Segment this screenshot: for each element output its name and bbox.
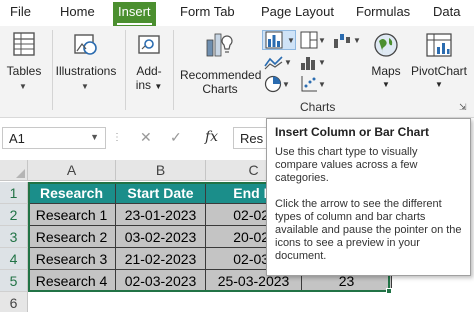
recommended-charts-label-1: Recommended	[180, 68, 262, 82]
scatter-chart-icon	[301, 76, 317, 92]
insert-column-bar-chart-button[interactable]: ▼	[262, 30, 296, 50]
table-cell[interactable]: Research 1	[28, 204, 116, 226]
column-header-b[interactable]: B	[116, 160, 206, 181]
table-cell[interactable]: 03-02-2023	[116, 226, 206, 248]
chevron-down-icon[interactable]: ▼	[90, 132, 99, 142]
row-header-4[interactable]: 4	[0, 248, 28, 270]
tab-insert[interactable]: Insert	[113, 2, 156, 26]
waterfall-chart-icon	[334, 34, 350, 48]
store-icon	[138, 35, 160, 54]
shapes-icon	[74, 34, 97, 55]
recommended-charts-icon	[206, 33, 233, 57]
chevron-down-icon: ▼	[318, 79, 326, 89]
recommended-charts-button[interactable]: Recommended Charts	[180, 30, 262, 96]
add-ins-button[interactable]: Add- ins ▼	[129, 30, 169, 96]
chevron-down-icon: ▼	[318, 57, 326, 67]
tab-file[interactable]: File	[10, 4, 31, 19]
chevron-down-icon: ▼	[287, 35, 295, 45]
table-cell[interactable]: 21-02-2023	[116, 248, 206, 270]
chevron-down-icon: ▼	[382, 80, 390, 89]
line-area-chart-button[interactable]: ▼	[264, 52, 294, 72]
enter-icon[interactable]: ✓	[170, 129, 182, 146]
hierarchy-chart-icon	[300, 31, 318, 49]
column-chart-icon	[265, 31, 283, 49]
hierarchy-chart-button[interactable]: ▼	[300, 30, 328, 50]
waterfall-chart-button[interactable]: ▼	[333, 30, 363, 50]
name-box-value: A1	[9, 131, 25, 146]
illustrations-label: Illustrations	[55, 64, 117, 78]
cancel-icon[interactable]: ✕	[140, 129, 152, 146]
dialog-launcher-icon[interactable]: ⇲	[459, 102, 467, 113]
maps-label: Maps	[371, 64, 401, 78]
tooltip-description: Use this chart type to visually compare …	[275, 146, 418, 184]
table-cell[interactable]: Research 3	[28, 248, 116, 270]
tooltip-title: Insert Column or Bar Chart	[275, 125, 430, 139]
table-cell[interactable]: 23-01-2023	[116, 204, 206, 226]
charts-group-label: Charts	[300, 100, 336, 114]
tab-page-layout[interactable]: Page Layout	[261, 4, 334, 19]
table-icon	[13, 32, 35, 56]
chevron-down-icon[interactable]: ▼	[19, 82, 27, 91]
chevron-down-icon: ▼	[435, 80, 443, 89]
column-header-a[interactable]: A	[28, 160, 116, 181]
globe-icon	[374, 33, 398, 57]
group-separator	[173, 30, 174, 110]
tab-home[interactable]: Home	[60, 4, 95, 19]
chevron-down-icon: ▼	[282, 79, 290, 89]
group-separator	[52, 30, 53, 110]
add-ins-label-2: ins ▼	[135, 78, 163, 92]
histogram-icon	[301, 57, 315, 70]
pivotchart-icon	[426, 33, 452, 57]
pivotchart-label: PivotChart	[410, 64, 468, 78]
table-cell[interactable]: Research 4	[28, 270, 116, 292]
table-header-cell[interactable]: Research	[28, 182, 116, 204]
tables-label: Tables	[6, 64, 42, 78]
pie-chart-button[interactable]: ▼	[264, 74, 294, 94]
chart-tooltip: Insert Column or Bar Chart Use this char…	[266, 118, 471, 276]
row-header-5[interactable]: 5	[0, 270, 28, 292]
row-header-6[interactable]: 6	[0, 292, 28, 312]
name-box[interactable]: A1 ▼	[2, 127, 106, 149]
more-icon[interactable]: ⋮	[112, 132, 123, 143]
fill-handle[interactable]	[386, 288, 392, 294]
tab-data[interactable]: Data	[433, 4, 460, 19]
ribbon-tab-bar: File Home Insert Form Tab Page Layout Fo…	[0, 0, 474, 26]
maps-button[interactable]: Maps ▼	[366, 30, 406, 96]
pivotchart-button[interactable]: PivotChart ▼	[408, 30, 470, 96]
formula-input-value: Res	[240, 131, 264, 146]
chevron-down-icon: ▼	[353, 35, 361, 45]
chevron-down-icon: ▼	[284, 57, 292, 67]
select-all-button[interactable]	[0, 160, 28, 181]
line-chart-icon	[264, 56, 283, 70]
row-header-1[interactable]: 1	[0, 182, 28, 204]
statistic-chart-button[interactable]: ▼	[300, 52, 328, 72]
tooltip-instructions: Click the arrow to see the different typ…	[275, 198, 462, 262]
row-header-2[interactable]: 2	[0, 204, 28, 226]
table-header-cell[interactable]: Start Date	[116, 182, 206, 204]
recommended-charts-label-2: Charts	[202, 82, 238, 96]
row-header-3[interactable]: 3	[0, 226, 28, 248]
tab-form-tab[interactable]: Form Tab	[180, 4, 235, 19]
ribbon: Tables ▼ Illustrations ▼ Add- ins ▼ Reco…	[0, 26, 474, 118]
pie-chart-icon	[264, 75, 282, 93]
group-separator	[125, 30, 126, 110]
table-cell[interactable]: Research 2	[28, 226, 116, 248]
table-cell[interactable]: 02-03-2023	[116, 270, 206, 292]
chevron-down-icon[interactable]: ▼	[81, 82, 89, 91]
scatter-chart-button[interactable]: ▼	[300, 74, 328, 94]
insert-function-button[interactable]: fx	[205, 129, 218, 145]
chevron-down-icon: ▼	[318, 35, 326, 45]
tab-formulas[interactable]: Formulas	[356, 4, 410, 19]
add-ins-label-1: Add-	[136, 64, 162, 78]
